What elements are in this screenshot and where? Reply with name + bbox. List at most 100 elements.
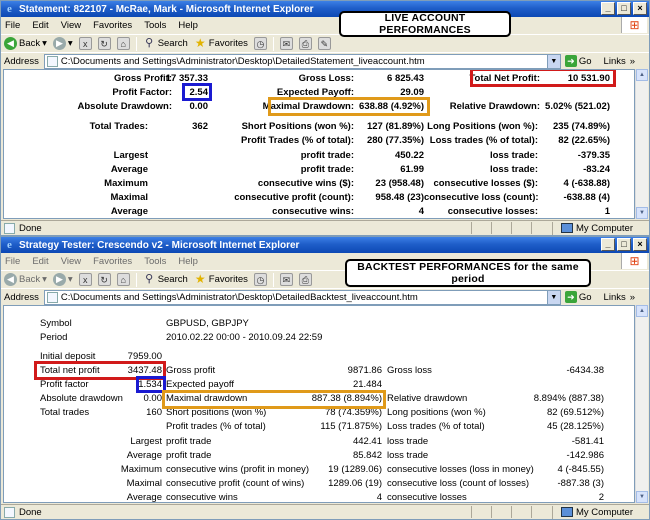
search-label: Search <box>157 274 188 285</box>
search-button[interactable]: ⚲ Search <box>143 37 188 50</box>
menu-view[interactable]: View <box>61 20 81 31</box>
stop-icon[interactable]: x <box>78 37 92 50</box>
maximize-icon[interactable]: □ <box>617 238 631 251</box>
go-label: Go <box>578 55 592 67</box>
address-input[interactable] <box>60 55 541 67</box>
vertical-scrollbar[interactable]: ▲ ▼ <box>635 305 648 503</box>
menu-tools[interactable]: Tools <box>144 256 166 267</box>
menu-view[interactable]: View <box>61 256 81 267</box>
close-icon[interactable]: × <box>633 2 647 15</box>
scroll-down-icon[interactable]: ▼ <box>636 491 648 503</box>
edit-icon[interactable]: ✎ <box>317 37 331 50</box>
zone-label: My Computer <box>575 506 633 518</box>
address-input[interactable] <box>60 291 541 303</box>
go-button[interactable]: ➜ Go <box>564 55 592 67</box>
average-consecutive-label: Average <box>126 492 162 503</box>
links-button[interactable]: Links <box>604 56 626 67</box>
favorites-button[interactable]: ★ Favorites <box>194 273 248 286</box>
chevron-right-icon[interactable]: » <box>630 56 635 67</box>
mail-icon[interactable]: ✉ <box>279 37 293 50</box>
windows-logo-icon: ⊞ <box>621 17 647 33</box>
maximal-label: Maximal <box>126 478 162 489</box>
average-consecutive-label: Average <box>110 206 148 217</box>
menu-edit[interactable]: Edit <box>32 256 48 267</box>
history-icon[interactable]: ◷ <box>253 37 267 50</box>
relative-drawdown-label: Relative drawdown <box>387 393 468 404</box>
status-divider <box>531 506 532 518</box>
maximize-icon[interactable]: □ <box>617 2 631 15</box>
stop-icon[interactable]: x <box>78 273 92 286</box>
refresh-icon[interactable]: ↻ <box>97 273 111 286</box>
profit-trades-value: 280 (77.35%) <box>366 135 424 146</box>
relative-drawdown-value: 5.02% (521.02) <box>545 101 610 112</box>
address-field[interactable]: ▼ <box>43 53 561 69</box>
menu-edit[interactable]: Edit <box>32 20 48 31</box>
largest-profit-value: 450.22 <box>394 150 424 161</box>
favorites-button[interactable]: ★ Favorites <box>194 37 248 50</box>
chevron-down-icon[interactable]: ▼ <box>546 290 560 304</box>
profit-trades-value: 115 (71.875%) <box>320 421 382 432</box>
forward-button[interactable]: ▶ ▾ <box>52 273 73 286</box>
home-icon[interactable]: ⌂ <box>116 273 130 286</box>
refresh-icon[interactable]: ↻ <box>97 37 111 50</box>
average-label: Average <box>126 450 162 461</box>
menu-bar: File Edit View Favorites Tools Help <box>1 18 649 33</box>
period-value: 2010.02.22 00:00 - 2010.09.24 22:59 <box>166 332 323 343</box>
go-label: Go <box>578 291 592 303</box>
largest-loss-label: loss trade: <box>489 150 538 161</box>
menu-tools[interactable]: Tools <box>144 20 166 31</box>
menu-help[interactable]: Help <box>178 256 198 267</box>
chevron-right-icon[interactable]: » <box>630 292 635 303</box>
max-consecutive-losses-value: 4 (-638.88) <box>563 178 610 189</box>
minimize-icon[interactable]: _ <box>601 2 615 15</box>
security-zone: My Computer <box>551 221 633 235</box>
largest-label: Largest <box>113 150 148 161</box>
avg-consecutive-losses-label: consecutive losses <box>387 492 467 503</box>
scroll-up-icon[interactable]: ▲ <box>636 69 648 81</box>
average-profit-value: 61.99 <box>400 164 424 175</box>
menu-help[interactable]: Help <box>178 20 198 31</box>
chevron-down-icon[interactable]: ▼ <box>546 54 560 68</box>
scroll-down-icon[interactable]: ▼ <box>636 207 648 219</box>
menu-favorites[interactable]: Favorites <box>93 20 132 31</box>
minimize-icon[interactable]: _ <box>601 238 615 251</box>
mail-icon[interactable]: ✉ <box>279 273 293 286</box>
history-icon[interactable]: ◷ <box>253 273 267 286</box>
address-field[interactable]: ▼ <box>43 289 561 305</box>
links-button[interactable]: Links <box>604 292 626 303</box>
avg-consecutive-wins-value: 4 <box>376 492 382 503</box>
back-label: Back <box>19 274 41 285</box>
print-icon[interactable]: ⎙ <box>298 273 312 286</box>
scroll-up-icon[interactable]: ▲ <box>636 305 648 317</box>
max-consecutive-wins-label: consecutive wins (profit in money) <box>166 464 310 475</box>
forward-button[interactable]: ▶ ▾ <box>52 37 73 50</box>
profit-factor-label: Profit factor <box>40 379 89 390</box>
vertical-scrollbar[interactable]: ▲ ▼ <box>635 69 648 219</box>
title-bar[interactable]: e Statement: 822107 - McRae, Mark - Micr… <box>1 1 649 17</box>
menu-file[interactable]: File <box>5 20 20 31</box>
total-trades-value: 362 <box>192 121 208 132</box>
back-button[interactable]: ◀ Back ▾ <box>4 273 47 286</box>
chevron-down-icon: ▾ <box>42 38 47 49</box>
title-bar[interactable]: e Strategy Tester: Crescendo v2 - Micros… <box>1 237 649 253</box>
gross-profit-label: Gross profit <box>166 365 216 376</box>
loss-trades-value: 45 (28.125%) <box>546 421 604 432</box>
menu-file[interactable]: File <box>5 256 20 267</box>
maximal-consecutive-loss-value: -638.88 (4) <box>563 192 610 203</box>
loss-trades-value: 82 (22.65%) <box>558 135 610 146</box>
search-icon: ⚲ <box>145 273 154 285</box>
search-button[interactable]: ⚲ Search <box>143 273 188 286</box>
home-icon[interactable]: ⌂ <box>116 37 130 50</box>
avg-consecutive-losses-value: 1 <box>604 206 610 217</box>
loss-trades-label: Loss trades (% of total): <box>429 135 538 146</box>
page-content: Symbol GBPUSD, GBPJPY Period 2010.02.22 … <box>3 305 635 503</box>
largest-profit-label: profit trade: <box>300 150 354 161</box>
menu-favorites[interactable]: Favorites <box>93 256 132 267</box>
page-done-icon <box>4 222 15 234</box>
back-button[interactable]: ◀ Back ▾ <box>4 37 47 50</box>
back-label: Back <box>19 38 41 49</box>
status-bar: Done My Computer <box>1 220 649 235</box>
close-icon[interactable]: × <box>633 238 647 251</box>
print-icon[interactable]: ⎙ <box>298 37 312 50</box>
go-button[interactable]: ➜ Go <box>564 291 592 303</box>
